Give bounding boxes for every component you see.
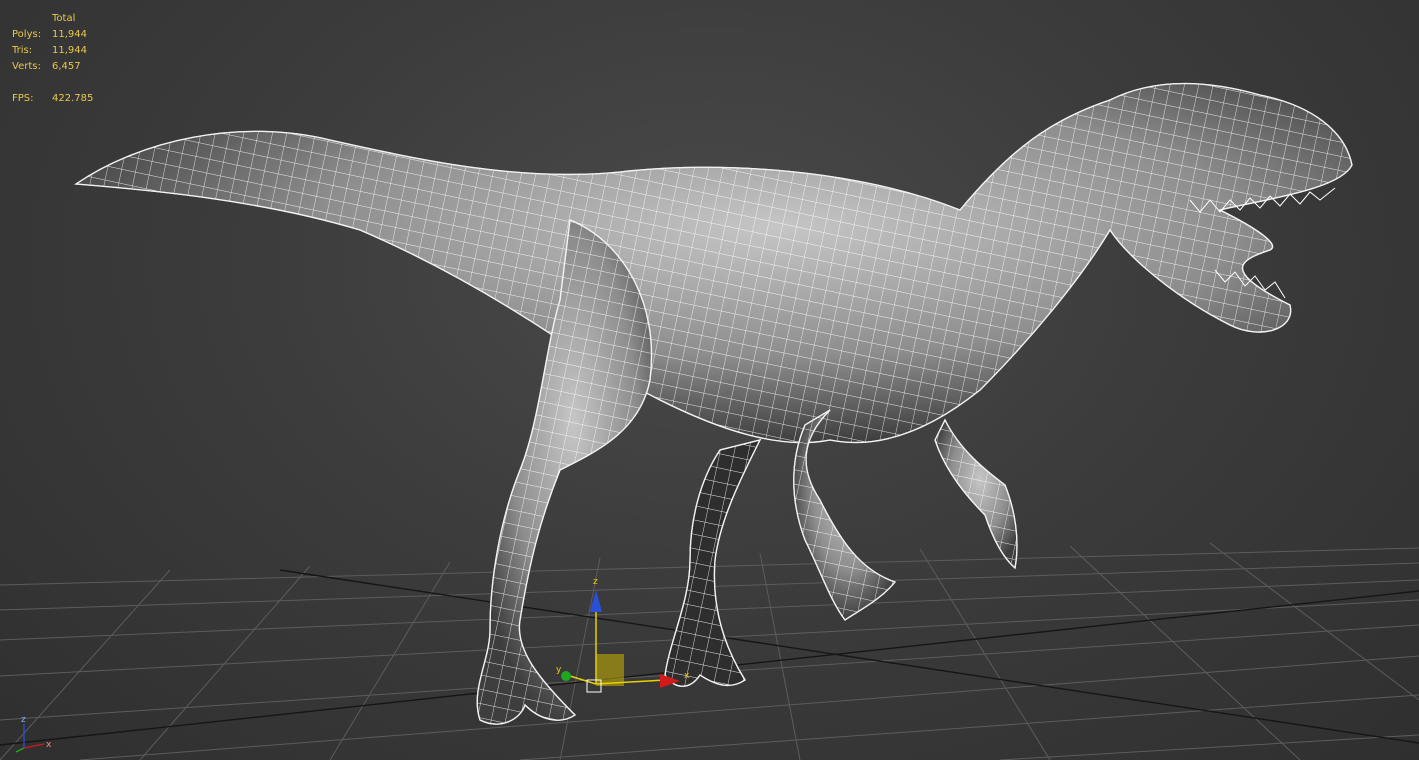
scene-statistics-overlay: Total Polys: 11,944 Tris: 11,944 Verts: 6,4… bbox=[12, 11, 93, 107]
gizmo-y-label: y bbox=[556, 665, 562, 675]
polys-label: Polys: bbox=[12, 29, 42, 40]
scene-canvas: z x y z x bbox=[0, 82, 1419, 760]
view-axis-z-label: z bbox=[21, 715, 26, 725]
polys-value: 11,944 bbox=[52, 29, 87, 40]
gizmo-y-arrow-icon bbox=[561, 671, 571, 681]
tris-label: Tris: bbox=[12, 45, 33, 56]
gizmo-plane-icon bbox=[596, 654, 624, 686]
dinosaur-model bbox=[74, 82, 1353, 725]
tris-value: 11,944 bbox=[52, 45, 87, 56]
fps-label: FPS: bbox=[12, 93, 34, 104]
gizmo-z-label: z bbox=[593, 577, 598, 587]
gizmo-x-label: x bbox=[684, 671, 690, 681]
view-axes-tripod: z x bbox=[15, 715, 52, 753]
stats-header: Total bbox=[52, 13, 76, 24]
3d-viewport[interactable]: z x y z x Total Polys: 11,944 Tris: 11,944… bbox=[0, 0, 1419, 760]
view-axis-x-label: x bbox=[46, 740, 52, 750]
verts-label: Verts: bbox=[12, 61, 41, 72]
verts-value: 6,457 bbox=[52, 61, 81, 72]
fps-value: 422.785 bbox=[52, 93, 94, 104]
